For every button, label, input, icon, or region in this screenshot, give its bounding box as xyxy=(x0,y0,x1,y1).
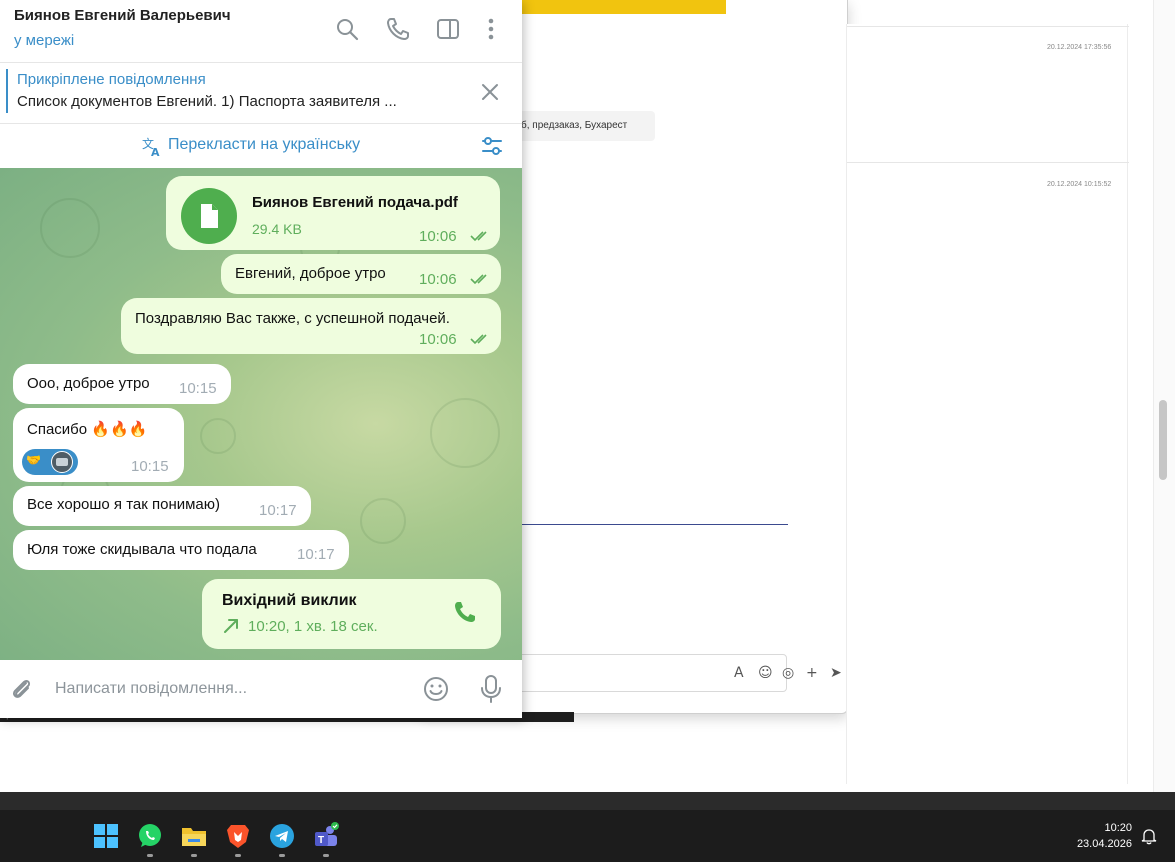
pinned-message-bar[interactable]: Прикріплене повідомлення Список документ… xyxy=(0,63,522,124)
feed-divider xyxy=(847,162,1129,163)
chat-area[interactable]: Биянов Евгений подача.pdf 29.4 KB 10:06 … xyxy=(0,168,522,660)
pinned-text: Список документов Евгений. 1) Паспорта з… xyxy=(17,93,397,110)
brave-browser-icon[interactable] xyxy=(224,822,252,850)
feed-timestamp: 20.12.2024 17:35:56 xyxy=(1047,44,1112,51)
contact-name[interactable]: Биянов Евгений Валерьевич xyxy=(14,7,231,24)
phone-icon[interactable] xyxy=(385,16,411,42)
wallpaper-doodle xyxy=(40,198,100,258)
background-bottom-bar xyxy=(0,792,1175,810)
pinned-accent-bar xyxy=(6,69,8,113)
outgoing-message[interactable]: Поздравляю Вас также, с успешной подачей… xyxy=(121,298,501,354)
wallpaper-doodle xyxy=(360,498,406,544)
message-time: 10:17 xyxy=(259,502,297,519)
outgoing-message[interactable]: Евгений, доброе утро 10:06 xyxy=(221,254,501,294)
clock-date[interactable]: 23.04.2026 xyxy=(1060,838,1132,850)
teams-icon[interactable]: T xyxy=(312,822,340,850)
file-icon[interactable] xyxy=(181,188,237,244)
call-title: Вихідний виклик xyxy=(222,592,357,609)
file-size: 29.4 KB xyxy=(252,221,302,237)
microphone-icon[interactable] xyxy=(478,674,504,704)
message-text: Евгений, доброе утро xyxy=(235,265,386,282)
incoming-message[interactable]: Спасибо 🔥🔥🔥 🤝 10:15 xyxy=(13,408,184,482)
format-icon[interactable]: A xyxy=(734,665,744,681)
feed-divider xyxy=(847,26,1129,27)
contact-status: у мережі xyxy=(14,32,75,49)
file-explorer-icon[interactable] xyxy=(180,822,208,850)
wallpaper-doodle xyxy=(430,398,500,468)
mention-icon[interactable]: ◎ xyxy=(782,665,794,681)
translate-label: Перекласти на українську xyxy=(168,136,361,153)
crm-tag: б, предзаказ, Бухарест xyxy=(513,111,655,141)
emoji-icon[interactable] xyxy=(422,675,450,703)
message-text: Поздравляю Вас также, с успешной подачей… xyxy=(135,310,450,327)
attach-icon[interactable] xyxy=(9,676,35,702)
reactions-badge[interactable]: 🤝 xyxy=(22,449,78,475)
clock-time[interactable]: 10:20 xyxy=(1076,822,1132,834)
scrollbar-thumb[interactable] xyxy=(1159,400,1167,480)
filter-settings-icon[interactable] xyxy=(480,134,504,158)
message-time: 10:06 xyxy=(419,331,457,348)
taskbar: T 10:20 23.04.2026 xyxy=(0,810,1175,862)
call-meta: 10:20, 1 хв. 18 сек. xyxy=(248,618,378,635)
file-name: Биянов Евгений подача.pdf xyxy=(252,194,458,211)
message-text: Ооо, доброе утро xyxy=(27,375,150,392)
message-time: 10:15 xyxy=(131,458,169,475)
message-time: 10:06 xyxy=(419,228,457,245)
windows-start-icon[interactable] xyxy=(92,822,120,850)
sidebar-toggle-icon[interactable] xyxy=(435,16,461,42)
telegram-icon[interactable] xyxy=(268,822,296,850)
handshake-icon: 🤝 xyxy=(26,453,41,467)
crm-comment-input[interactable]: A ☺ ◎ + ➤ xyxy=(511,654,842,692)
incoming-message[interactable]: Юля тоже скидывала что подала 10:17 xyxy=(13,530,349,570)
message-text: Все хорошо я так понимаю) xyxy=(27,496,221,513)
file-message[interactable]: Биянов Евгений подача.pdf 29.4 KB 10:06 xyxy=(166,176,500,250)
page-scrollbar[interactable]: ▼ xyxy=(1153,0,1175,810)
svg-text:A: A xyxy=(151,146,160,157)
avatar xyxy=(51,451,73,473)
phone-icon[interactable] xyxy=(452,599,478,625)
send-icon[interactable]: ➤ xyxy=(830,665,842,681)
app-running-indicator xyxy=(323,854,329,857)
svg-text:T: T xyxy=(318,835,324,846)
message-input[interactable] xyxy=(55,674,405,704)
incoming-message[interactable]: Все хорошо я так понимаю) 10:17 xyxy=(13,486,311,526)
composer xyxy=(0,660,522,718)
call-message[interactable]: Вихідний виклик 10:20, 1 хв. 18 сек. xyxy=(202,579,501,649)
app-running-indicator xyxy=(279,854,285,857)
more-icon[interactable] xyxy=(478,16,504,42)
crm-emoji-icon[interactable]: ☺ xyxy=(758,665,773,681)
wallpaper-doodle xyxy=(200,418,236,454)
translate-bar: 文 A Перекласти на українську xyxy=(0,124,522,168)
app-running-indicator xyxy=(147,854,153,857)
feed-timestamp: 20.12.2024 10:15:52 xyxy=(1047,181,1112,188)
message-time: 10:17 xyxy=(297,546,335,563)
incoming-message[interactable]: Ооо, доброе утро 10:15 xyxy=(13,364,231,404)
search-icon[interactable] xyxy=(334,16,360,42)
message-time: 10:15 xyxy=(179,380,217,397)
close-icon[interactable] xyxy=(478,80,502,104)
message-time: 10:06 xyxy=(419,271,457,288)
crm-feed-panel: 20.12.2024 17:35:56 20.12.2024 10:15:52 xyxy=(846,24,1129,784)
chat-header: Биянов Евгений Валерьевич у мережі xyxy=(0,0,522,63)
crm-divider xyxy=(521,524,788,525)
add-icon[interactable]: + xyxy=(806,665,818,681)
double-check-icon xyxy=(470,274,487,285)
message-text: Юля тоже скидывала что подала xyxy=(27,541,257,558)
whatsapp-icon[interactable] xyxy=(136,822,164,850)
outgoing-arrow-icon xyxy=(224,619,238,633)
double-check-icon xyxy=(470,334,487,345)
double-check-icon xyxy=(470,231,487,242)
app-running-indicator xyxy=(191,854,197,857)
notification-bell-icon[interactable] xyxy=(1140,827,1158,845)
message-text: Спасибо 🔥🔥🔥 xyxy=(27,421,148,438)
translate-icon: 文 A xyxy=(142,136,160,157)
telegram-window: Биянов Евгений Валерьевич у мережі Прикр… xyxy=(0,0,522,718)
app-running-indicator xyxy=(235,854,241,857)
pinned-title: Прикріплене повідомлення xyxy=(17,71,206,88)
